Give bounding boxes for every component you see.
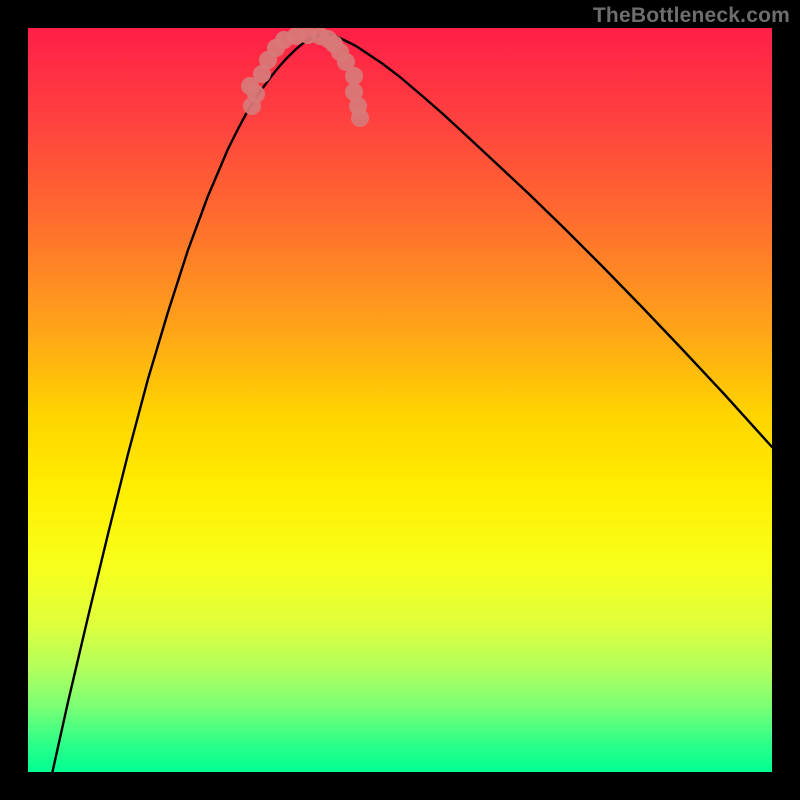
curve-chart (28, 28, 772, 772)
marker-dot (345, 67, 363, 85)
plot-area (28, 28, 772, 772)
curve-left (48, 34, 326, 772)
curve-right (326, 34, 772, 447)
marker-dot (351, 109, 369, 127)
watermark-label: TheBottleneck.com (593, 4, 790, 28)
